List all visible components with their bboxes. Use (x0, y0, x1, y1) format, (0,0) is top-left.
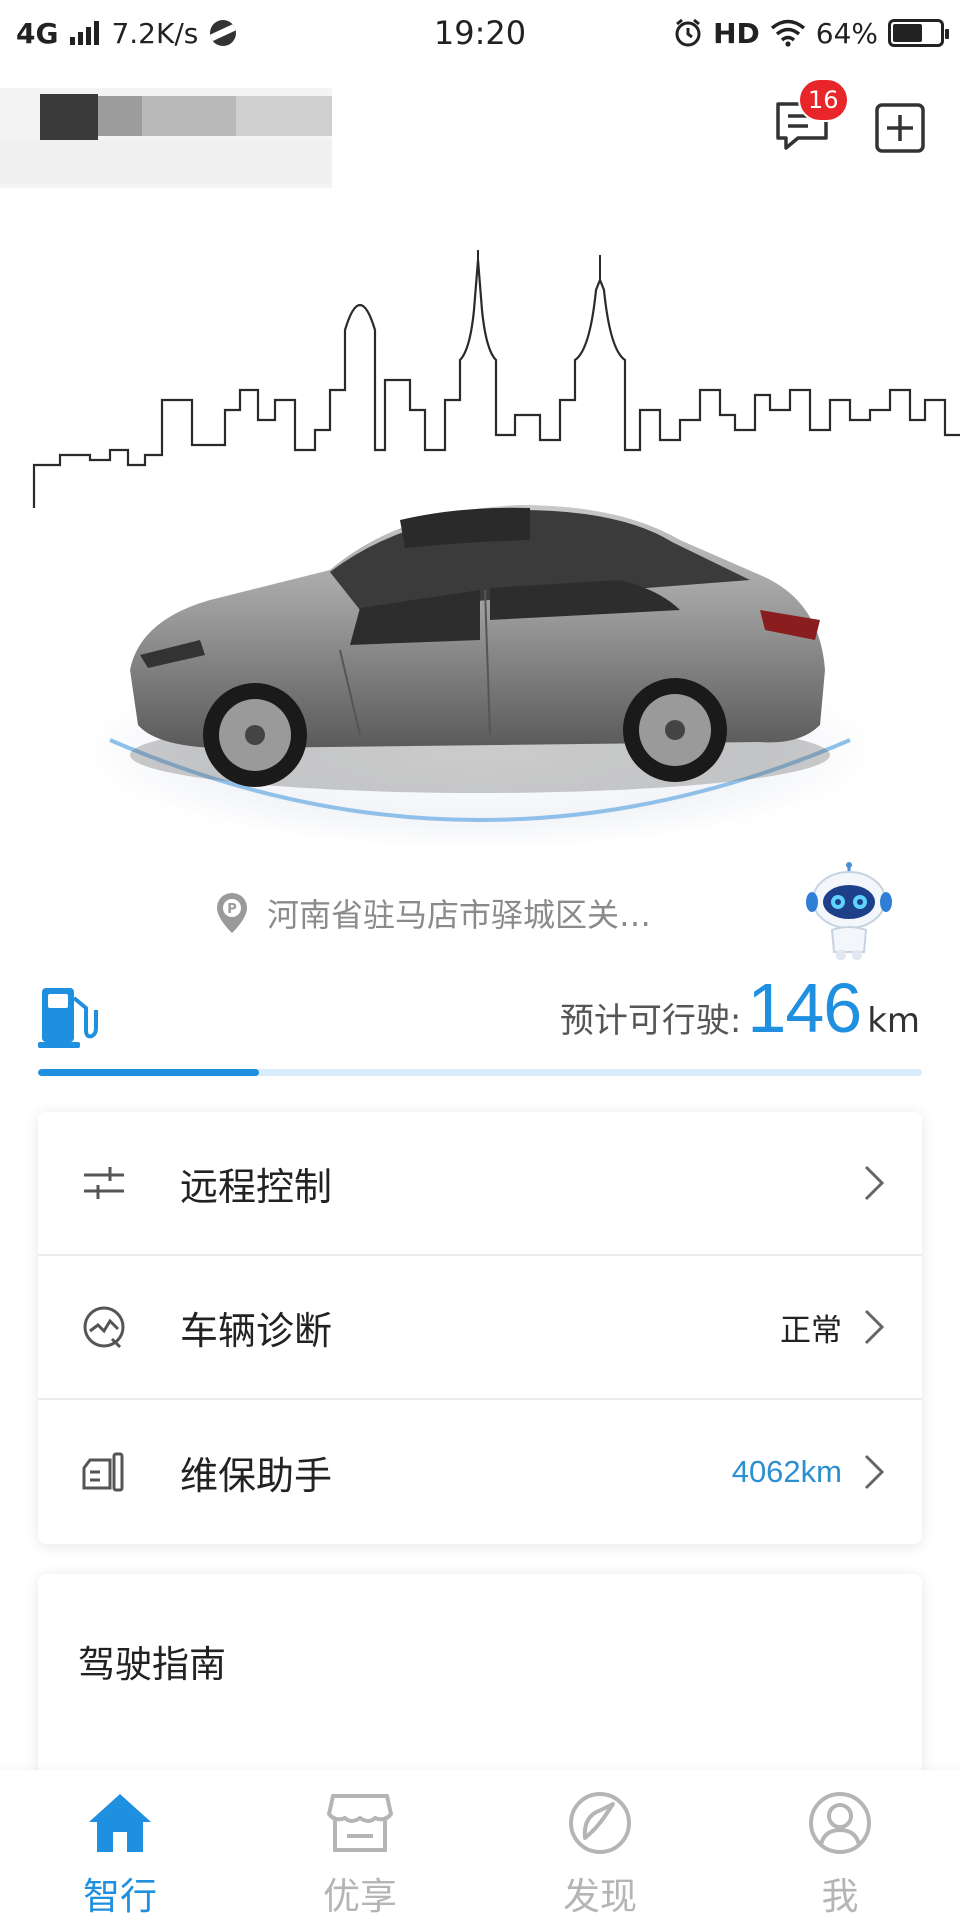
home-icon (89, 1794, 151, 1852)
user-icon (809, 1792, 871, 1854)
menu-label: 车辆诊断 (180, 1308, 333, 1353)
nav-tab-zhixing[interactable]: 智行 (0, 1770, 240, 1920)
range-value: 146 (747, 969, 862, 1047)
chevron-right-icon (862, 1163, 886, 1203)
fuel-level-bar (38, 1069, 922, 1076)
status-right: HD 64% (673, 16, 949, 50)
remote-control-row[interactable]: 远程控制 (38, 1112, 922, 1256)
menu-label: 远程控制 (180, 1164, 333, 1209)
range-label: 预计可行驶: (559, 1001, 742, 1041)
chevron-right-icon (862, 1307, 886, 1347)
nav-tab-youxiang[interactable]: 优享 (240, 1770, 480, 1920)
range-unit: km (867, 1001, 920, 1041)
alarm-icon (675, 18, 701, 47)
fuel-pump-icon (38, 988, 98, 1048)
parking-pin-icon: P (217, 893, 247, 933)
fuel-level-fill (38, 1069, 259, 1076)
vehicle-services-card: 远程控制 车辆诊断 正常 维保助手 4062km (38, 1112, 922, 1544)
nav-label: 智行 (83, 1875, 157, 1918)
svg-text:P: P (227, 902, 237, 917)
location-text: 河南省驻马店市驿城区关… (267, 896, 652, 934)
sliders-icon (84, 1167, 124, 1199)
browser-icon (210, 20, 237, 46)
estimated-range: 预计可行驶: 146 km (560, 968, 920, 1048)
maintenance-distance: 4062km (731, 1454, 842, 1489)
battery-level (893, 24, 923, 42)
nav-tab-faxian[interactable]: 发现 (480, 1770, 720, 1920)
menu-label: 维保助手 (180, 1453, 333, 1498)
driving-guide-card[interactable]: 驾驶指南 (38, 1574, 922, 1774)
network-type: 4G (16, 16, 59, 50)
guide-title: 驾驶指南 (78, 1643, 226, 1686)
nav-label: 优享 (323, 1875, 397, 1918)
app-screen: 4G 7.2K/s 19:20 HD 64% 16 P 河南省驻马店市驿城区关…… (0, 0, 960, 1920)
nav-label: 发现 (563, 1875, 637, 1918)
status-left: 4G 7.2K/s (16, 17, 396, 50)
battery-icon (888, 19, 949, 47)
car-illustration (80, 505, 880, 850)
maintenance-assistant-row[interactable]: 维保助手 4062km (38, 1400, 922, 1544)
compass-icon (569, 1792, 631, 1854)
bottom-navigation: 智行 优享 发现 我 (0, 1770, 960, 1920)
vehicle-diagnosis-row[interactable]: 车辆诊断 正常 (38, 1256, 922, 1400)
hd-indicator: HD (713, 16, 760, 50)
signal-icon (70, 21, 100, 45)
maintenance-icon (82, 1452, 124, 1492)
network-speed: 7.2K/s (111, 16, 199, 50)
account-name-blurred (0, 88, 332, 188)
add-button[interactable] (874, 102, 926, 154)
status-bar: 4G 7.2K/s 19:20 HD 64% (0, 0, 960, 66)
diagnosis-status: 正常 (780, 1312, 842, 1349)
robot-assistant-icon[interactable] (804, 862, 894, 962)
chevron-right-icon (862, 1452, 886, 1492)
diagnosis-gauge-icon (83, 1306, 125, 1349)
wifi-icon (770, 19, 805, 47)
store-icon (327, 1794, 393, 1852)
message-badge: 16 (798, 78, 849, 122)
nav-label: 我 (821, 1875, 859, 1918)
battery-percent: 64% (815, 16, 878, 50)
car-location[interactable]: P 河南省驻马店市驿城区关… (215, 888, 651, 938)
nav-tab-me[interactable]: 我 (720, 1770, 960, 1920)
